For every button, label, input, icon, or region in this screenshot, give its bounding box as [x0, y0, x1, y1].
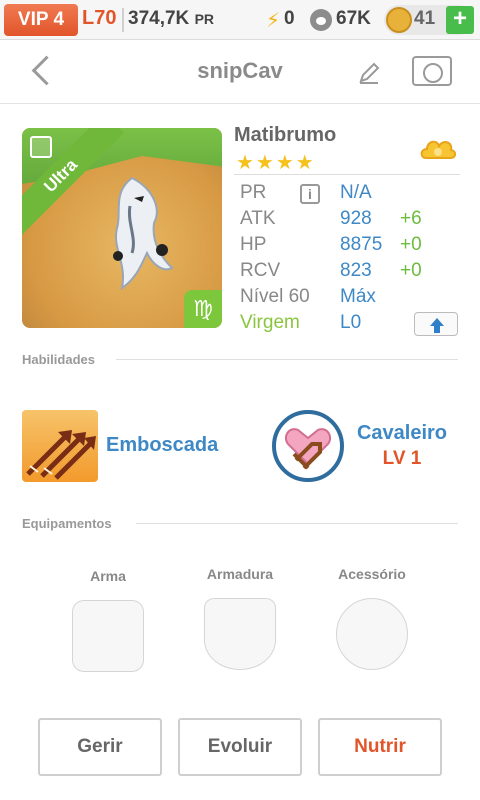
equipment-header: Equipamentos [22, 516, 112, 531]
skill-name: Emboscada [106, 434, 219, 456]
stat-row-hp: HP 8875 +0 [240, 234, 460, 260]
food-value: 67K [336, 8, 371, 29]
stat-value: 928 [340, 208, 372, 229]
energy-value: 0 [284, 8, 295, 29]
stat-bonus: +6 [400, 208, 422, 229]
monster-image [92, 168, 182, 298]
class-name: Cavaleiro [356, 422, 448, 444]
stat-value: 823 [340, 260, 372, 281]
page-title: snipCav [197, 58, 283, 83]
power-value: 374,7K [128, 8, 190, 29]
lightning-icon: ⚡ [266, 10, 281, 32]
stat-value: N/A [340, 182, 372, 203]
accessory-slot[interactable] [336, 598, 408, 670]
back-icon[interactable] [26, 54, 56, 88]
stat-label: PR [240, 182, 267, 203]
info-icon[interactable]: i [300, 184, 320, 204]
coin-icon [386, 7, 412, 33]
pencil-icon[interactable] [356, 60, 382, 86]
paw-icon [310, 9, 332, 31]
cloud-icon [418, 134, 458, 164]
stat-bonus: +0 [400, 260, 422, 281]
zodiac-label: Virgem [240, 312, 300, 333]
ambush-skill-icon[interactable] [22, 410, 98, 482]
stat-row-sign: Virgem L0 [240, 312, 460, 338]
card-menu-icon[interactable] [30, 136, 52, 158]
class-level: LV 1 [382, 448, 422, 469]
stat-value: Máx [340, 286, 376, 307]
status-bar: VIP 4 L70 374,7K PR ⚡ 0 67K 41 + [0, 0, 480, 40]
skills-divider [116, 359, 458, 360]
armor-slot[interactable] [204, 598, 276, 670]
stat-label: RCV [240, 260, 281, 281]
stat-value: L0 [340, 312, 362, 333]
weapon-slot[interactable] [72, 600, 144, 672]
stat-row-rcv: RCV 823 +0 [240, 260, 460, 286]
stat-label: Nível 60 [240, 286, 310, 307]
equipment-divider [136, 523, 458, 524]
status-divider [122, 8, 124, 32]
vip-badge[interactable]: VIP 4 [4, 4, 78, 36]
nav-bar: snipCav [0, 40, 480, 104]
stat-label: HP [240, 234, 267, 255]
upgrade-arrow-button[interactable] [414, 312, 458, 336]
evolve-button[interactable]: Evoluir [178, 718, 302, 776]
star-rating: ★★★★ [236, 152, 316, 174]
virgo-icon: ♍ [184, 290, 222, 328]
stat-row-pr: PR i N/A [240, 182, 460, 208]
camera-icon[interactable] [412, 56, 452, 86]
plus-icon[interactable]: + [446, 6, 474, 34]
manage-button[interactable]: Gerir [38, 718, 162, 776]
weapon-label: Arma [90, 568, 126, 584]
stat-bonus: +0 [400, 234, 422, 255]
power-rating: 374,7K PR [128, 8, 214, 30]
stat-label: ATK [240, 208, 276, 229]
stat-row-level: Nível 60 Máx [240, 286, 460, 312]
power-unit: PR [194, 11, 215, 27]
accessory-label: Acessório [338, 566, 406, 582]
skills-header: Habilidades [22, 352, 95, 367]
coin-value: 41 [414, 8, 436, 29]
stat-value: 8875 [340, 234, 383, 255]
stat-row-atk: ATK 928 +6 [240, 208, 460, 234]
monster-name: Matibrumo [234, 124, 337, 146]
divider [234, 174, 460, 175]
armor-label: Armadura [206, 566, 274, 582]
knight-class-icon[interactable] [272, 410, 344, 482]
feed-button[interactable]: Nutrir [318, 718, 442, 776]
player-level: L70 [82, 7, 117, 29]
monster-card: Ultra ♍ [22, 128, 222, 328]
